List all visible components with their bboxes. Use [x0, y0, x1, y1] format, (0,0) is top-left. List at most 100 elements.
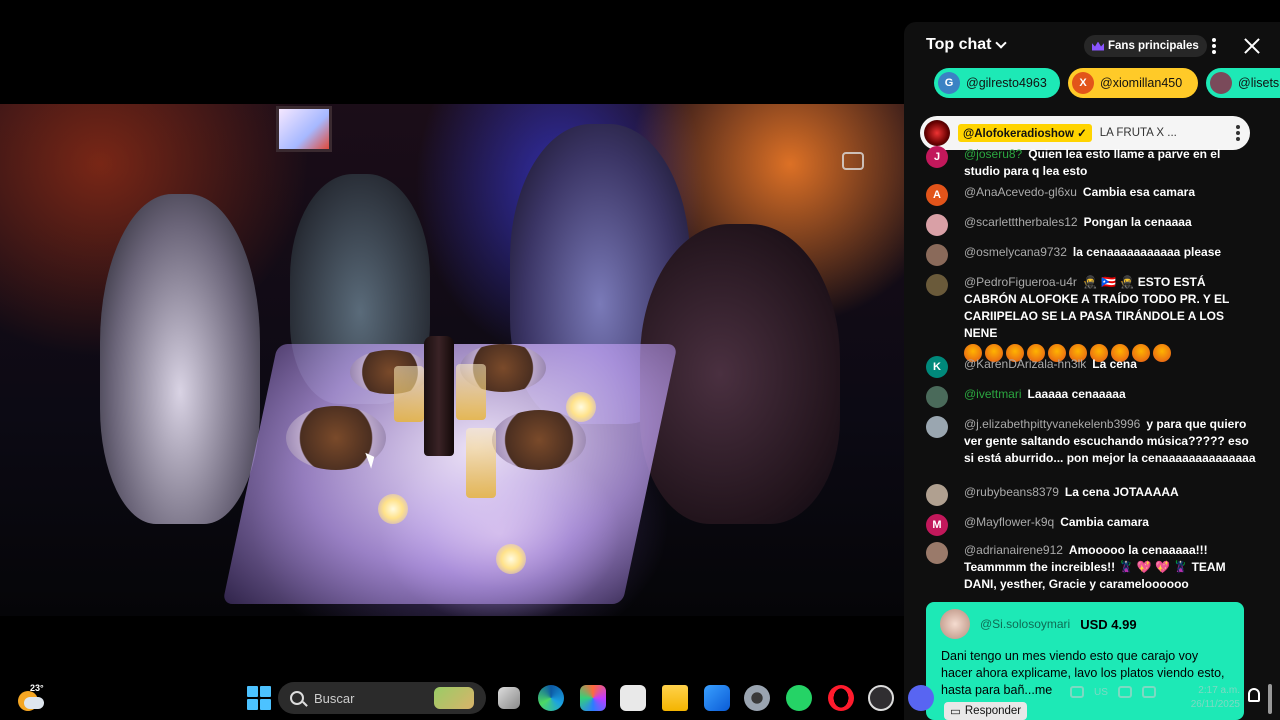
obs-icon[interactable] — [868, 685, 894, 711]
message-text: Cambia camara — [1060, 515, 1149, 529]
chat-message: M @Mayflower-k9q Cambia camara — [926, 514, 1256, 536]
search-icon — [290, 691, 304, 705]
avatar — [1210, 72, 1232, 94]
notification-bell-icon[interactable] — [1248, 688, 1260, 702]
author-name[interactable]: @PedroFigueroa-u4r — [964, 275, 1077, 289]
chat-message: K @KarenDArizala-hn3lk La cena — [926, 356, 1256, 378]
avatar — [924, 120, 950, 146]
author-name[interactable]: @joseru8? — [964, 147, 1022, 161]
avatar: K — [926, 356, 948, 378]
avatar: G — [938, 72, 960, 94]
avatar — [926, 244, 948, 266]
message-text: Cambia esa camara — [1082, 185, 1195, 199]
more-options-icon[interactable] — [1212, 38, 1216, 54]
ticker-name: @gilresto4963 — [966, 76, 1047, 90]
avatar: J — [926, 146, 948, 168]
cloud-icon — [24, 697, 44, 709]
clock[interactable]: 2:17 a.m. 26/11/2025 — [1180, 684, 1240, 712]
close-icon[interactable] — [1242, 36, 1262, 56]
opera-icon[interactable] — [828, 685, 854, 711]
avatar — [940, 609, 970, 639]
person-left — [100, 194, 260, 524]
glass — [466, 428, 496, 498]
wifi-icon[interactable] — [1070, 686, 1084, 698]
chat-message: @osmelycana9732 la cenaaaaaaaaaaa please — [926, 244, 1256, 266]
clock-time: 2:17 a.m. — [1198, 685, 1240, 696]
author-name[interactable]: @ivettmari — [964, 387, 1022, 401]
avatar — [926, 386, 948, 408]
settings-gear-icon[interactable] — [744, 685, 770, 711]
candle — [566, 392, 596, 422]
store-icon[interactable] — [620, 685, 646, 711]
search-highlight-icon — [434, 687, 474, 709]
edge-icon[interactable] — [538, 685, 564, 711]
video-player[interactable] — [0, 104, 904, 616]
avatar: M — [926, 514, 948, 536]
avatar: A — [926, 184, 948, 206]
avatar — [926, 484, 948, 506]
discord-icon[interactable] — [908, 685, 934, 711]
weather-temp: 23° — [30, 683, 44, 693]
message-text: la cenaaaaaaaaaaa please — [1072, 245, 1222, 259]
taskbar-search[interactable]: Buscar — [278, 682, 486, 714]
candle — [378, 494, 408, 524]
chat-header: Top chat Fans principales — [904, 22, 1280, 68]
crown-icon — [1092, 41, 1104, 51]
pinned-text: LA FRUTA X ... — [1099, 127, 1177, 139]
super-chat-author[interactable]: @Si.solosoymari — [980, 617, 1070, 631]
chat-message: J @joseru8? Quien lea esto llame a parve … — [926, 146, 1256, 180]
fans-principales-button[interactable]: Fans principales — [1084, 35, 1207, 57]
task-view-icon[interactable] — [498, 687, 520, 709]
chat-message: @PedroFigueroa-u4r 🥷 🇵🇷 🥷 ESTO ESTÁ CABRÓ… — [926, 274, 1256, 362]
windows-start-icon[interactable] — [246, 685, 272, 711]
author-name[interactable]: @scarletttherbales12 — [964, 215, 1078, 229]
whatsapp-icon[interactable] — [786, 685, 812, 711]
chat-message: @j.elizabethpittyvanekelenb3996 y para qu… — [926, 416, 1256, 467]
author-name[interactable]: @Mayflower-k9q — [964, 515, 1054, 529]
top-chat-dropdown[interactable]: Top chat — [926, 36, 1008, 54]
author-name[interactable]: @AnaAcevedo-gl6xu — [964, 185, 1077, 199]
message-text: Laaaaa cenaaaaa — [1027, 387, 1126, 401]
author-name[interactable]: @rubybeans8379 — [964, 485, 1059, 499]
candle — [496, 544, 526, 574]
author-name[interactable]: @osmelycana9732 — [964, 245, 1067, 259]
wine-bottle — [424, 336, 454, 456]
copilot-icon[interactable] — [580, 685, 606, 711]
file-explorer-icon[interactable] — [662, 685, 688, 711]
volume-icon[interactable] — [1117, 686, 1132, 698]
weather-widget[interactable]: 23° — [18, 683, 44, 711]
author-name[interactable]: @adrianairene912 — [964, 543, 1063, 557]
glass — [394, 366, 424, 422]
avatar — [926, 416, 948, 438]
chat-messages: J @joseru8? Quien lea esto llame a parve … — [904, 144, 1280, 604]
clock-date: 26/11/2025 — [1190, 699, 1240, 710]
message-text: La cena JOTAAAAA — [1064, 485, 1179, 499]
chat-scrollbar[interactable] — [1268, 684, 1272, 714]
ticker-name: @xiomillan450 — [1100, 76, 1183, 90]
pinned-more-icon[interactable] — [1236, 125, 1240, 141]
super-chat-header: @Si.solosoymari USD 4.99 — [926, 602, 1244, 646]
message-text: La cena — [1092, 357, 1137, 371]
language-indicator[interactable]: US — [1094, 687, 1108, 698]
ticker-name: @lisets — [1238, 76, 1280, 90]
avatar: X — [1072, 72, 1094, 94]
glass — [456, 364, 486, 420]
chat-message: @rubybeans8379 La cena JOTAAAAA — [926, 484, 1256, 506]
system-tray: US — [1070, 686, 1156, 698]
ticker-item[interactable]: G @gilresto4963 — [934, 68, 1060, 98]
author-name[interactable]: @j.elizabethpittyvanekelenb3996 — [964, 417, 1140, 431]
avatar — [926, 214, 948, 236]
search-placeholder: Buscar — [314, 690, 355, 706]
chat-message: @ivettmari Laaaaa cenaaaaa — [926, 386, 1256, 408]
windows-taskbar: 23° Buscar US 2:17 a.m. 26/11/2025 — [0, 676, 1280, 720]
wall-tv — [276, 106, 332, 152]
app-icon[interactable] — [704, 685, 730, 711]
ticker-item[interactable]: @lisets — [1206, 68, 1280, 98]
super-chat-amount: USD 4.99 — [1080, 616, 1137, 632]
live-chat-panel: Top chat Fans principales G @gilresto496… — [904, 22, 1280, 720]
super-chat-ticker: G @gilresto4963 X @xiomillan450 @lisets — [934, 68, 1280, 100]
author-name[interactable]: @KarenDArizala-hn3lk — [964, 357, 1086, 371]
message-text: Pongan la cenaaaa — [1083, 215, 1192, 229]
battery-icon[interactable] — [1141, 686, 1156, 698]
ticker-item[interactable]: X @xiomillan450 — [1068, 68, 1198, 98]
